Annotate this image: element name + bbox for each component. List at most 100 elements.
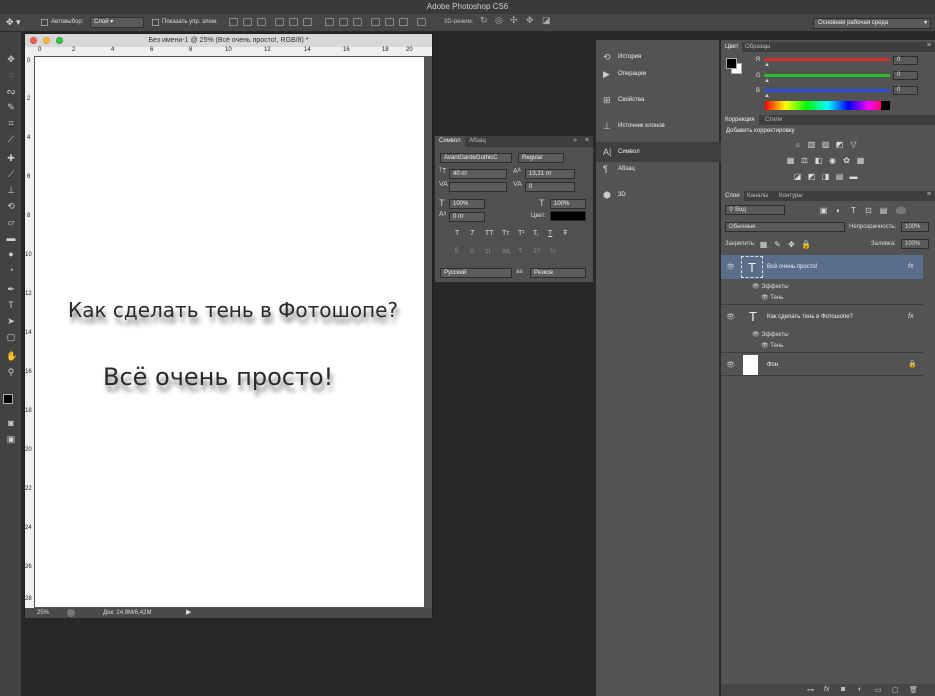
layer-name[interactable]: Фон (767, 362, 778, 368)
new-layer-icon[interactable]: ▢ (892, 686, 899, 694)
photo-filter-icon[interactable]: ◉ (828, 156, 837, 165)
g-slider[interactable] (764, 74, 890, 77)
zoom-level[interactable]: 25% (37, 608, 49, 618)
dock-item-actions[interactable]: ▶ Операции (596, 64, 721, 84)
move-tool-icon[interactable]: ✥ ▾ (6, 17, 21, 28)
status-menu-arrow-icon[interactable]: ▶ (186, 608, 191, 618)
effect-eye-icon[interactable]: 👁 (761, 343, 769, 349)
fill-field[interactable]: 100% (901, 239, 929, 249)
distribute-bottom-icon[interactable] (353, 18, 362, 26)
link-layers-icon[interactable]: ⊶ (807, 686, 814, 694)
r-value-field[interactable]: 0 (893, 56, 918, 65)
lock-position-icon[interactable]: ✥ (787, 240, 796, 249)
distribute-vcenter-icon[interactable] (339, 18, 348, 26)
3d-drag-icon[interactable]: ✣ (510, 15, 518, 26)
zoom-tool-icon[interactable]: ⚲ (6, 367, 16, 377)
levels-icon[interactable]: ▥ (807, 140, 816, 149)
show-transform-checkbox[interactable] (152, 19, 159, 26)
font-style-dropdown[interactable]: Regular (518, 153, 564, 163)
new-group-icon[interactable]: ▭ (875, 686, 882, 694)
filter-smart-icon[interactable]: ▤ (879, 206, 888, 215)
tracking-field[interactable]: 0 (525, 182, 575, 192)
canvas-text-heading[interactable]: Как сделать тень в Фотошопе? (68, 298, 398, 322)
visibility-eye-icon[interactable]: 👁 (726, 313, 735, 321)
workspace-dropdown[interactable]: Основная рабочая среда ▾ (813, 18, 931, 29)
font-family-dropdown[interactable]: AvantGardeGothicC (440, 153, 512, 163)
tab-color[interactable]: Цвет (721, 42, 743, 52)
small-caps-button[interactable]: Tт (502, 230, 509, 237)
faux-bold-button[interactable]: T (455, 230, 459, 237)
align-hcenter-icon[interactable] (289, 18, 298, 26)
exposure-icon[interactable]: ◩ (835, 140, 844, 149)
ruler-horizontal[interactable]: 0 2 4 6 8 10 12 14 16 18 20 (25, 47, 432, 56)
distribute-hcenter-icon[interactable] (385, 18, 394, 26)
auto-align-icon[interactable] (417, 18, 426, 26)
3d-scale-icon[interactable]: ◪ (542, 15, 551, 26)
fractions-button[interactable]: ½ (550, 248, 556, 255)
align-bottom-icon[interactable] (257, 18, 266, 26)
all-caps-button[interactable]: TT (485, 230, 494, 237)
threshold-icon[interactable]: ◨ (821, 172, 830, 181)
superscript-button[interactable]: T¹ (518, 230, 525, 237)
quick-mask-icon[interactable]: ◙ (6, 418, 16, 428)
oldstyle-button[interactable]: σ (470, 248, 474, 255)
effect-eye-icon[interactable]: 👁 (761, 295, 769, 301)
opacity-field[interactable]: 100% (901, 222, 929, 232)
effect-row[interactable]: 👁 Тень (761, 342, 783, 349)
layer-filter-dropdown[interactable]: ⚲ Вид (725, 205, 785, 215)
tab-adjustments[interactable]: Коррекция (721, 115, 759, 125)
panel-menu-icon[interactable]: ≡ (927, 191, 931, 198)
color-lookup-icon[interactable]: ▦ (856, 156, 865, 165)
filter-toggle[interactable] (896, 207, 906, 214)
align-top-icon[interactable] (229, 18, 238, 26)
effects-row[interactable]: 👁 Эффекты (752, 331, 789, 338)
clone-stamp-tool-icon[interactable]: ⊥ (6, 185, 16, 195)
align-right-icon[interactable] (303, 18, 312, 26)
canvas-text-subheading[interactable]: Всё очень просто! (103, 363, 333, 391)
b-slider-thumb-icon[interactable]: ▲ (764, 93, 770, 99)
black-white-icon[interactable]: ◧ (814, 156, 823, 165)
layer-name[interactable]: Как сделать тень в Фотошопе? (767, 314, 853, 320)
layer-row[interactable]: 👁 T Всё очень просто! fx (721, 255, 923, 279)
ordinals-button[interactable]: 1ˢᵗ (533, 248, 541, 255)
fx-badge[interactable]: fx (908, 263, 913, 270)
tab-character[interactable]: Символ (435, 136, 465, 147)
effects-eye-icon[interactable]: 👁 (752, 284, 760, 290)
lock-all-icon[interactable]: 🔒 (801, 240, 811, 249)
effects-row[interactable]: 👁 Эффекты (752, 283, 789, 290)
underline-button[interactable]: T (548, 230, 552, 237)
delete-layer-icon[interactable]: 🗑 (909, 686, 918, 694)
layer-row[interactable]: 👁 T Как сделать тень в Фотошопе? fx (721, 304, 923, 328)
dodge-tool-icon[interactable]: ◔ (6, 265, 16, 275)
quick-select-tool-icon[interactable]: ✎ (6, 102, 16, 112)
g-slider-thumb-icon[interactable]: ▲ (764, 78, 770, 84)
invert-icon[interactable]: ◪ (793, 172, 802, 181)
foreground-color-swatch[interactable] (726, 58, 737, 69)
effect-row[interactable]: 👁 Тень (761, 294, 783, 301)
gradient-tool-icon[interactable]: ▬ (6, 233, 16, 243)
eyedropper-tool-icon[interactable]: ⟋ (6, 134, 16, 144)
ruler-vertical[interactable]: 0 2 4 6 8 10 12 14 16 18 20 22 24 26 28 (25, 56, 34, 608)
tab-swatches[interactable]: Образцы (741, 42, 774, 52)
kerning-field[interactable] (449, 182, 507, 192)
layer-name[interactable]: Всё очень просто! (767, 264, 817, 270)
vibrance-icon[interactable]: ▽ (849, 140, 858, 149)
rectangle-tool-icon[interactable]: ▢ (6, 332, 16, 342)
minimize-button[interactable] (43, 37, 50, 44)
font-size-field[interactable]: 40 пт (449, 169, 507, 179)
add-style-icon[interactable]: fx (824, 686, 829, 693)
channel-mixer-icon[interactable]: ✿ (842, 156, 851, 165)
align-vcenter-icon[interactable] (243, 18, 252, 26)
posterize-icon[interactable]: ◩ (807, 172, 816, 181)
type-tool-icon[interactable]: T (6, 300, 16, 310)
stylistic-button[interactable]: aa (502, 248, 510, 255)
hue-saturation-icon[interactable]: ▦ (786, 156, 795, 165)
path-select-tool-icon[interactable]: ➤ (6, 316, 16, 326)
b-value-field[interactable]: 0 (893, 86, 918, 95)
curves-icon[interactable]: ▨ (821, 140, 830, 149)
lock-transparent-icon[interactable]: ▦ (759, 240, 768, 249)
dock-item-3d[interactable]: ⬢ 3D (596, 185, 721, 205)
dock-item-paragraph[interactable]: ¶ Абзац (596, 159, 721, 179)
align-left-icon[interactable] (275, 18, 284, 26)
eraser-tool-icon[interactable]: ▱ (6, 217, 16, 227)
